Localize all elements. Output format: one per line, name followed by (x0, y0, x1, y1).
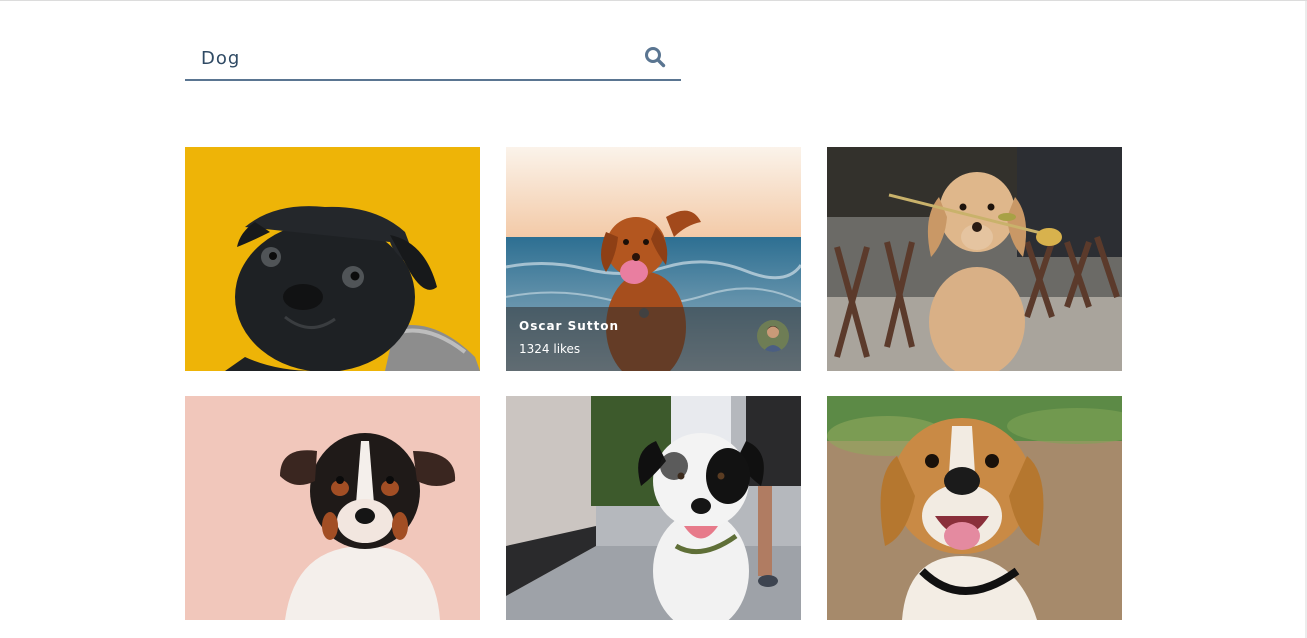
sidewalk-dog-photo (506, 396, 801, 620)
photo-card[interactable] (506, 396, 801, 620)
photo-card[interactable] (827, 396, 1122, 620)
photographer-name[interactable]: Oscar Sutton (519, 319, 619, 333)
jack-russell-photo (185, 396, 480, 620)
search-icon[interactable] (643, 45, 667, 69)
photo-info-overlay: Oscar Sutton 1324 likes (506, 307, 801, 371)
search-input[interactable] (185, 37, 625, 79)
golden-retriever-photo (827, 147, 1122, 371)
pug-photo (185, 147, 480, 371)
photo-card[interactable] (827, 147, 1122, 371)
photo-grid: Oscar Sutton 1324 likes (185, 147, 1122, 620)
photo-card-featured[interactable]: Oscar Sutton 1324 likes (506, 147, 801, 371)
photo-card[interactable] (185, 147, 480, 371)
photo-card[interactable] (185, 396, 480, 620)
avatar[interactable] (757, 320, 789, 352)
search-bar (185, 37, 681, 81)
like-count: 1324 likes (519, 342, 581, 356)
beagle-photo (827, 396, 1122, 620)
page: Oscar Sutton 1324 likes (0, 0, 1307, 638)
